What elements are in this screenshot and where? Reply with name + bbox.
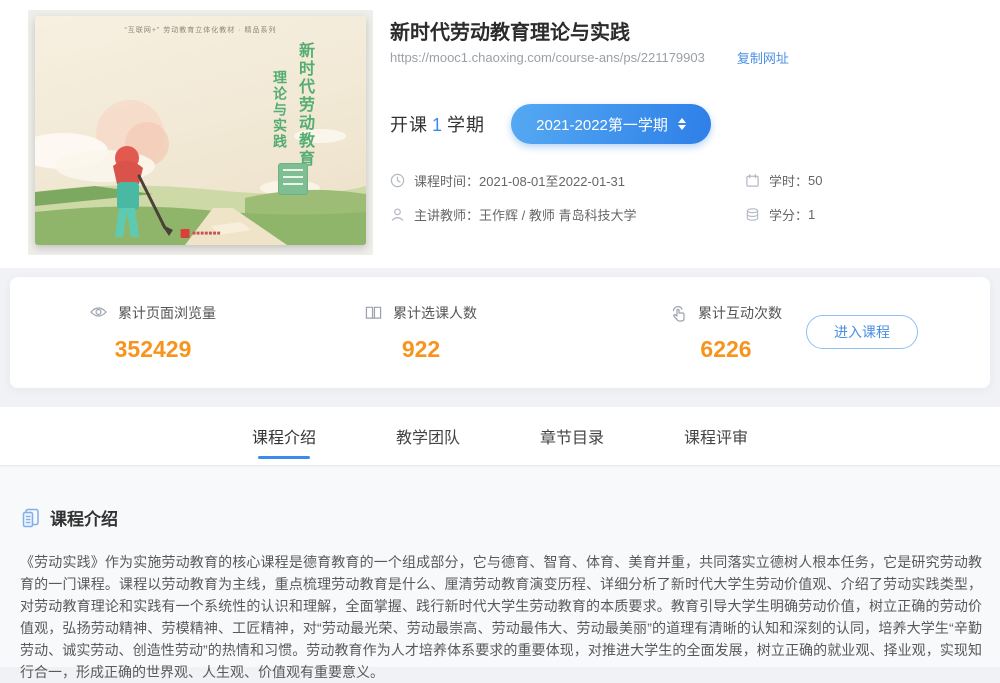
stat-label: 累计页面浏览量 [118, 303, 216, 323]
stat-label: 累计选课人数 [393, 303, 477, 323]
chevron-updown-icon [678, 118, 686, 130]
enter-course-button[interactable]: 进入课程 [806, 315, 918, 349]
copy-url-link[interactable]: 复制网址 [737, 48, 789, 67]
course-teacher-item: 主讲教师： 王作辉 / 教师 青岛科技大学 [390, 205, 745, 224]
semester-count: 1 [428, 115, 447, 135]
semester-suffix: 学期 [447, 115, 485, 135]
book-cover: “互联网+” 劳动教育立体化教材 · 精品系列 新时代劳动教育 理论与实践 ■■… [35, 16, 366, 245]
stat-enrolled: 累计选课人数 922 [365, 303, 477, 363]
course-header-section: “互联网+” 劳动教育立体化教材 · 精品系列 新时代劳动教育 理论与实践 ■■… [0, 0, 1000, 268]
section-header: 课程介绍 [22, 505, 118, 530]
course-hours-item: 学时： 50 [745, 171, 822, 190]
semester-prefix: 开课 [390, 115, 428, 135]
stat-label: 累计互动次数 [698, 303, 782, 323]
cover-illustration [35, 16, 366, 245]
cover-title-line2: 理论与实践 [270, 70, 290, 150]
credits-stack-icon [745, 207, 760, 222]
tab-chapter-catalog[interactable]: 章节目录 [540, 407, 604, 465]
eye-icon [90, 305, 107, 322]
course-hours-value: 50 [808, 173, 822, 188]
stat-value: 922 [402, 336, 440, 363]
clock-icon [390, 173, 405, 188]
course-hours-label: 学时： [769, 171, 808, 190]
semester-row: 开课1学期 2021-2022第一学期 [390, 104, 711, 144]
stat-page-views: 累计页面浏览量 352429 [90, 303, 216, 363]
calendar-icon [745, 173, 760, 188]
tab-bar: 课程介绍 教学团队 章节目录 课程评审 [0, 407, 1000, 466]
book-icon [365, 305, 382, 322]
stat-value: 6226 [700, 336, 751, 363]
semester-selected-value: 2021-2022第一学期 [536, 114, 668, 135]
cover-stamp-badge [278, 163, 308, 195]
section-title: 课程介绍 [50, 505, 118, 530]
document-icon [22, 508, 40, 528]
tab-course-review[interactable]: 课程评审 [684, 407, 748, 465]
course-cover-image: “互联网+” 劳动教育立体化教材 · 精品系列 新时代劳动教育 理论与实践 ■■… [28, 10, 373, 255]
cover-title-line1: 新时代劳动教育 [292, 42, 316, 168]
stat-interactions: 累计互动次数 6226 [670, 303, 782, 363]
semester-select[interactable]: 2021-2022第一学期 [511, 104, 711, 144]
publisher-logo-icon: ■■■■■■■ [180, 229, 221, 238]
course-credit-value: 1 [808, 207, 815, 222]
course-url: https://mooc1.chaoxing.com/course-ans/ps… [390, 50, 705, 65]
stat-value: 352429 [115, 336, 192, 363]
course-url-row: https://mooc1.chaoxing.com/course-ans/ps… [390, 48, 970, 67]
cover-series-note: “互联网+” 劳动教育立体化教材 · 精品系列 [35, 25, 366, 35]
page-title: 新时代劳动教育理论与实践 [390, 16, 630, 45]
course-description-text: 《劳动实践》作为实施劳动教育的核心课程是德育教育的一个组成部分，它与德育、智育、… [20, 551, 982, 683]
course-time-item: 课程时间： 2021-08-01至2022-01-31 [390, 171, 745, 190]
course-credit-label: 学分： [769, 205, 808, 224]
person-icon [390, 207, 405, 222]
course-time-label: 课程时间： [414, 171, 479, 190]
course-meta: 课程时间： 2021-08-01至2022-01-31 学时： 50 主讲教师：… [390, 168, 980, 236]
course-time-value: 2021-08-01至2022-01-31 [479, 171, 625, 190]
tab-teaching-team[interactable]: 教学团队 [396, 407, 460, 465]
course-teacher-label: 主讲教师： [414, 205, 479, 224]
course-intro-section: 课程介绍 《劳动实践》作为实施劳动教育的核心课程是德育教育的一个组成部分，它与德… [0, 467, 1000, 667]
semester-count-text: 开课1学期 [390, 111, 485, 137]
course-credit-item: 学分： 1 [745, 205, 815, 224]
course-teacher-value: 王作辉 / 教师 青岛科技大学 [479, 205, 636, 224]
stats-card: 累计页面浏览量 352429 累计选课人数 922 累计互动次数 6226 进入… [10, 277, 990, 388]
tab-course-intro[interactable]: 课程介绍 [252, 407, 316, 465]
tap-hand-icon [670, 305, 687, 322]
